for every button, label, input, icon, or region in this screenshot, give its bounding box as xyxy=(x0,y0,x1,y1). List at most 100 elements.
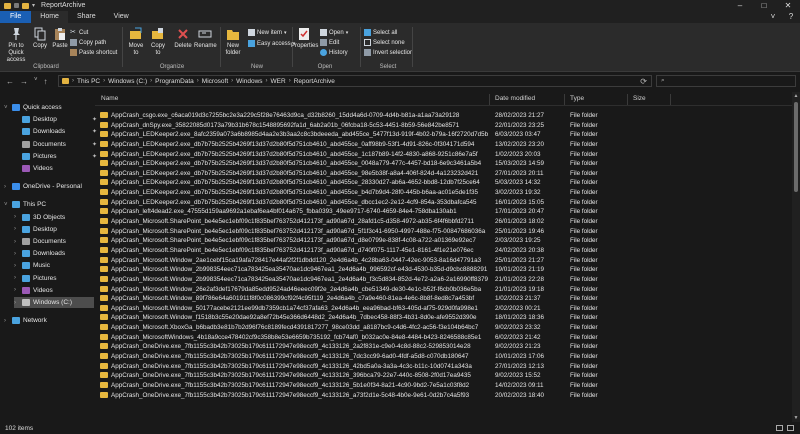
large-icons-view-icon[interactable] xyxy=(787,425,794,431)
sidebar-item[interactable]: › Pictures xyxy=(14,273,56,284)
dropdown-icon[interactable]: ▾ xyxy=(32,2,35,9)
breadcrumb-segment[interactable]: WER xyxy=(271,78,286,85)
minimize-button[interactable]: – xyxy=(728,0,752,11)
table-row[interactable]: AppCrash_LEDKeeper2.exe_db7b75b2525b4269… xyxy=(95,198,792,208)
chevron-icon[interactable]: › xyxy=(14,275,19,281)
table-row[interactable]: AppCrash_OneDrive.exe_7fb1155c3b42b73025… xyxy=(95,342,792,352)
table-row[interactable]: AppCrash_MicrosoftWindows_4b18a9cce47840… xyxy=(95,333,792,343)
column-divider[interactable] xyxy=(564,94,565,105)
copy-button[interactable]: Copy xyxy=(32,27,48,50)
breadcrumb-segment[interactable]: Windows (C:) xyxy=(108,78,147,85)
close-button[interactable]: ✕ xyxy=(776,0,800,11)
tab-file[interactable]: File xyxy=(0,11,32,23)
column-type[interactable]: Type xyxy=(570,95,584,102)
expand-ribbon-icon[interactable]: ˅ xyxy=(764,11,782,23)
new-folder-button[interactable]: New folder xyxy=(224,27,242,57)
table-row[interactable]: AppCrash_LEDKeeper2.exe_db7b75b2525b4269… xyxy=(95,169,792,179)
table-row[interactable]: AppCrash_left4dead2.exe_47555d159aa9692a… xyxy=(95,207,792,217)
chevron-right-icon[interactable]: › xyxy=(197,78,199,84)
pin-quick-access-button[interactable]: Pin to Quick access xyxy=(2,27,30,64)
table-row[interactable]: AppCrash_LEDKeeper2.exe_db7b75b2525b4269… xyxy=(95,159,792,169)
chevron-icon[interactable]: › xyxy=(14,300,19,306)
chevron-icon[interactable]: › xyxy=(14,226,19,232)
chevron-right-icon[interactable]: › xyxy=(150,78,152,84)
maximize-button[interactable]: □ xyxy=(752,0,776,11)
column-name[interactable]: Name xyxy=(101,95,118,102)
help-icon[interactable]: ? xyxy=(782,11,800,23)
move-to-button[interactable]: Move to xyxy=(126,27,146,57)
new-item-button[interactable]: New item ▾ xyxy=(248,29,287,36)
sidebar-item[interactable]: Desktop ✦ xyxy=(14,114,97,125)
copy-to-button[interactable]: Copy to xyxy=(148,27,168,57)
sidebar-item[interactable]: Downloads ✦ xyxy=(14,126,97,137)
copy-path-button[interactable]: Copy path xyxy=(70,39,106,46)
scroll-down-icon[interactable]: ▼ xyxy=(792,414,800,422)
easy-access-button[interactable]: Easy access ▾ xyxy=(248,40,295,47)
table-row[interactable]: AppCrash_Microsoft.Window_2b998354eec71c… xyxy=(95,265,792,275)
sidebar-item[interactable]: › OneDrive - Personal xyxy=(4,181,82,192)
table-row[interactable]: AppCrash_LEDKeeper2.exe_db7b75b2525b4269… xyxy=(95,140,792,150)
table-row[interactable]: AppCrash_OneDrive.exe_7fb1155c3b42b73025… xyxy=(95,352,792,362)
cut-button[interactable]: ✂ Cut xyxy=(70,29,88,36)
column-date-modified[interactable]: Date modified xyxy=(495,95,535,102)
search-input[interactable]: ⌕ xyxy=(656,75,796,87)
breadcrumb-segment[interactable]: ReportArchive xyxy=(294,78,335,85)
chevron-icon[interactable]: › xyxy=(4,184,9,190)
breadcrumb-segment[interactable]: This PC xyxy=(77,78,100,85)
chevron-icon[interactable]: › xyxy=(14,251,19,257)
sidebar-item[interactable]: ˅ Quick access xyxy=(4,102,62,113)
recent-locations-icon[interactable]: ˅ xyxy=(34,77,38,86)
forward-arrow-icon[interactable]: → xyxy=(20,77,28,86)
table-row[interactable]: AppCrash_OneDrive.exe_7fb1155c3b42b73025… xyxy=(95,381,792,391)
table-row[interactable]: AppCrash_Microsoft.Window_50177acebe2121… xyxy=(95,304,792,314)
chevron-icon[interactable]: › xyxy=(14,239,19,245)
table-row[interactable]: AppCrash_LEDKeeper2.exe_db7b75b2525b4269… xyxy=(95,150,792,160)
sidebar-item[interactable]: › Videos xyxy=(14,285,53,296)
table-row[interactable]: AppCrash_LEDKeeper2.exe_db7b75b2525b4269… xyxy=(95,178,792,188)
chevron-right-icon[interactable]: › xyxy=(289,78,291,84)
table-row[interactable]: AppCrash_Microsoft.Window_f1518b3c55e20d… xyxy=(95,313,792,323)
sidebar-item[interactable]: Pictures ✦ xyxy=(14,151,97,162)
table-row[interactable]: AppCrash_Microsoft.SharePoint_be4e5ec1eb… xyxy=(95,246,792,256)
edit-button[interactable]: Edit xyxy=(320,39,339,46)
table-row[interactable]: AppCrash_Microsoft.SharePoint_be4e5ec1eb… xyxy=(95,217,792,227)
scrollbar-thumb[interactable] xyxy=(794,102,798,192)
properties-button[interactable]: Properties xyxy=(291,27,318,50)
refresh-icon[interactable]: ⟳ xyxy=(640,77,647,86)
breadcrumb-segment[interactable]: ProgramData xyxy=(155,78,194,85)
table-row[interactable]: AppCrash_OneDrive.exe_7fb1155c3b42b73025… xyxy=(95,371,792,381)
sidebar-item[interactable]: ˅ This PC xyxy=(4,199,46,210)
sidebar-item[interactable]: › Documents xyxy=(14,236,66,247)
table-row[interactable]: AppCrash_LEDKeeper2.exe_8afc2359a073a6b8… xyxy=(95,130,792,140)
rename-button[interactable]: Rename xyxy=(194,27,217,50)
select-all-button[interactable]: Select all xyxy=(364,29,397,36)
paste-button[interactable]: Paste xyxy=(52,27,68,50)
back-arrow-icon[interactable]: ← xyxy=(6,77,14,86)
sidebar-item[interactable]: › 3D Objects xyxy=(14,212,65,223)
table-row[interactable]: AppCrash_OneDrive.exe_7fb1155c3b42b73025… xyxy=(95,391,792,401)
chevron-icon[interactable]: ˅ xyxy=(4,202,9,208)
table-row[interactable]: AppCrash_Microsoft.Window_2ae1cebf15ca19… xyxy=(95,256,792,266)
chevron-icon[interactable]: › xyxy=(14,263,19,269)
breadcrumb-segment[interactable]: Microsoft xyxy=(202,78,228,85)
invert-selection-button[interactable]: Invert selection xyxy=(364,49,413,56)
history-button[interactable]: History xyxy=(320,49,348,56)
column-divider[interactable] xyxy=(489,94,490,105)
address-bar[interactable]: › This PC › Windows (C:) › ProgramData › Micro… xyxy=(58,75,652,87)
breadcrumb-segment[interactable]: Windows xyxy=(236,78,262,85)
new-folder-icon[interactable] xyxy=(22,2,29,9)
tab-view[interactable]: View xyxy=(105,11,138,23)
delete-button[interactable]: Delete xyxy=(174,27,192,50)
chevron-right-icon[interactable]: › xyxy=(266,78,268,84)
table-row[interactable]: AppCrash_Microsoft.Window_2b998354eec71c… xyxy=(95,275,792,285)
table-row[interactable]: AppCrash_OneDrive.exe_7fb1155c3b42b73025… xyxy=(95,362,792,372)
chevron-right-icon[interactable]: › xyxy=(231,78,233,84)
table-row[interactable]: AppCrash_LEDKeeper2.exe_db7b75b2525b4269… xyxy=(95,188,792,198)
column-divider[interactable] xyxy=(670,94,671,105)
chevron-right-icon[interactable]: › xyxy=(103,78,105,84)
sidebar-item[interactable]: › Desktop xyxy=(14,224,57,235)
vertical-scrollbar[interactable]: ▲ ▼ xyxy=(792,92,800,422)
details-view-icon[interactable] xyxy=(776,425,783,431)
table-row[interactable]: AppCrash_dnSpy.exe_35822085d0173a79b31b6… xyxy=(95,121,792,131)
tab-home[interactable]: Home xyxy=(31,11,68,23)
